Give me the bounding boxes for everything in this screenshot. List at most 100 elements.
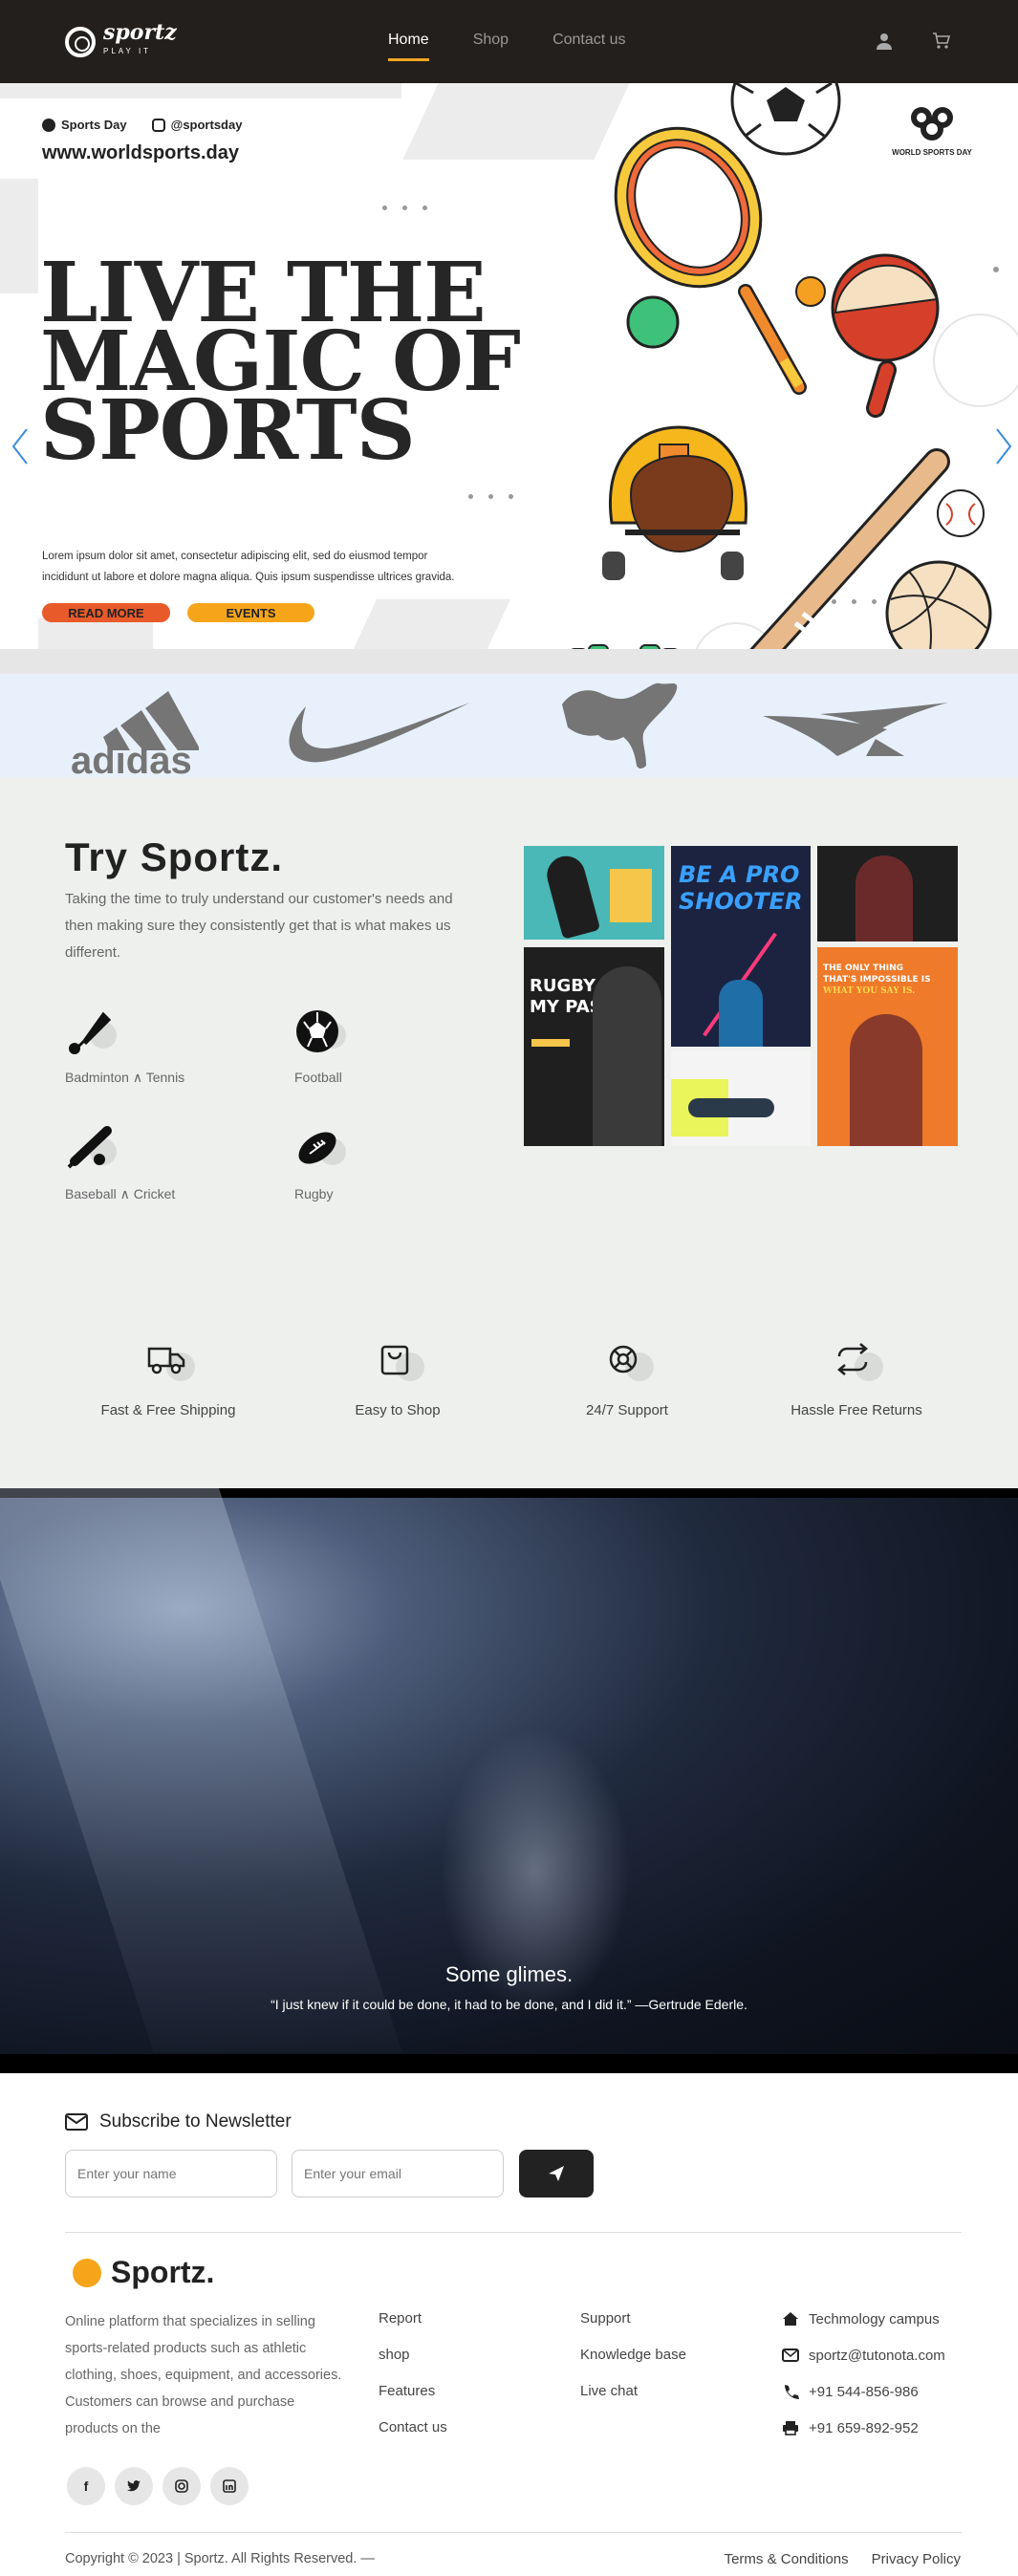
footer-brand[interactable]: Sportz. — [73, 2255, 214, 2290]
send-icon — [549, 2166, 564, 2181]
footer-brand-name: Sportz. — [111, 2255, 215, 2289]
hero-banner: Sports Day @sportsday www.worldsports.da… — [0, 83, 1018, 649]
contact-text: +91 544-856-986 — [809, 2383, 919, 2400]
user-icon[interactable] — [875, 32, 894, 51]
video-quote: “I just knew if it could be done, it had… — [271, 1997, 747, 2012]
copyright-text: Copyright © 2023 | Sportz. All Rights Re… — [65, 2551, 375, 2566]
brand-logo-icon — [73, 2258, 101, 2287]
site-logo[interactable]: sportz PLAY IT — [65, 22, 177, 61]
facebook-handle[interactable]: Sports Day — [42, 118, 127, 132]
dumbbell-icon — [571, 644, 678, 649]
footer-link-live-chat[interactable]: Live chat — [580, 2383, 686, 2400]
home-icon — [783, 2312, 798, 2326]
footer-links-col1: Report shop Features Contact us — [379, 2310, 447, 2456]
footer-link-report[interactable]: Report — [379, 2310, 447, 2327]
events-button[interactable]: EVENTS — [187, 603, 314, 622]
sport-category-badminton[interactable]: Badminton ∧ Tennis — [65, 1008, 237, 1086]
adidas-logo-icon[interactable]: adidas — [71, 687, 199, 775]
nav-link-home[interactable]: Home — [388, 32, 429, 61]
promo-tile-workout[interactable] — [671, 1050, 811, 1146]
carousel-prev-arrow-icon[interactable] — [10, 427, 29, 465]
footer-divider — [65, 2532, 962, 2533]
linkedin-icon[interactable] — [210, 2467, 249, 2505]
promo-tile-impossible[interactable]: THE ONLY THING THAT'S IMPOSSIBLE IS WHAT… — [817, 947, 958, 1146]
instagram-icon[interactable] — [162, 2467, 201, 2505]
footer-links-col2: Support Knowledge base Live chat — [580, 2310, 686, 2419]
promo-tile-passion[interactable] — [817, 846, 958, 942]
footer-about: Online platform that specializes in sell… — [65, 2314, 342, 2436]
footer-link-contact[interactable]: Contact us — [379, 2419, 447, 2436]
privacy-link[interactable]: Privacy Policy — [872, 2551, 961, 2567]
shopping-bag-icon — [380, 1345, 409, 1375]
contact-fax[interactable]: +91 659-892-952 — [782, 2419, 945, 2436]
feature-label: Hassle Free Returns — [791, 1402, 922, 1418]
decor-dots — [468, 494, 513, 499]
baseball-bat-icon — [67, 1126, 112, 1169]
volleyball-icon — [885, 560, 992, 649]
hero-title: LIVE THE MAGIC OF SPORTS — [40, 252, 537, 472]
video-section[interactable]: Some glimes. “I just knew if it could be… — [0, 1488, 1018, 2073]
try-sportz-section: Try Sportz. Taking the time to truly und… — [0, 777, 1018, 1488]
newsletter-name-input[interactable] — [65, 2150, 277, 2197]
puma-cat-icon[interactable] — [558, 680, 679, 775]
logo-icon — [65, 27, 96, 57]
feature-label: 24/7 Support — [586, 1402, 668, 1418]
sport-category-baseball[interactable]: Baseball ∧ Cricket — [65, 1125, 237, 1202]
ping-pong-paddle-icon — [831, 253, 940, 418]
video-title: Some glimes. — [444, 1962, 574, 1986]
footer-link-knowledge-base[interactable]: Knowledge base — [580, 2347, 686, 2364]
footer-link-support[interactable]: Support — [580, 2310, 686, 2327]
instagram-handle[interactable]: @sportsday — [151, 118, 242, 132]
world-sports-day-badge: WORLD SPORTS DAY — [886, 106, 978, 157]
promo-tile-fitness[interactable] — [524, 846, 664, 940]
contact-text: +91 659-892-952 — [809, 2419, 919, 2436]
reebok-vector-icon[interactable] — [763, 701, 948, 758]
promo-text: WHAT YOU SAY IS. — [823, 986, 916, 996]
footer-link-features[interactable]: Features — [379, 2383, 447, 2400]
footer-contact: Techmology campus sportz@tutonota.com +9… — [782, 2310, 945, 2456]
facebook-icon[interactable]: f — [67, 2467, 105, 2505]
twitter-icon[interactable] — [115, 2467, 153, 2505]
promo-text: THE ONLY THING — [823, 963, 904, 973]
nav-link-contact[interactable]: Contact us — [552, 32, 625, 61]
hero-bg-shape — [38, 618, 153, 649]
nav-link-shop[interactable]: Shop — [473, 32, 509, 61]
facebook-icon — [42, 118, 55, 132]
envelope-icon — [782, 2349, 799, 2362]
cart-icon[interactable] — [932, 32, 951, 51]
nav-links: Home Shop Contact us — [388, 32, 626, 61]
nav-icons — [875, 32, 951, 51]
lifebuoy-icon — [609, 1345, 638, 1374]
sport-label: Football — [294, 1070, 342, 1085]
brand-logos-strip: adidas — [0, 674, 1018, 777]
feature-label: Fast & Free Shipping — [100, 1402, 236, 1418]
feature-support: 24/7 Support — [531, 1341, 723, 1418]
sport-category-football[interactable]: Football — [294, 1008, 466, 1085]
feature-label: Easy to Shop — [355, 1402, 441, 1418]
contact-email[interactable]: sportz@tutonota.com — [782, 2347, 945, 2364]
facebook-label: Sports Day — [61, 118, 127, 132]
hero-bg-shape — [0, 179, 38, 293]
hero-website[interactable]: www.worldsports.day — [42, 142, 239, 164]
nike-swoosh-icon[interactable] — [281, 695, 472, 764]
promo-tile-rugby[interactable]: RUGBY IS MY PASSION! — [524, 947, 664, 1146]
read-more-button[interactable]: READ MORE — [42, 603, 170, 622]
newsletter-submit-button[interactable] — [519, 2150, 594, 2197]
sport-label: Rugby — [294, 1186, 334, 1201]
sports-equipment-illustration — [571, 83, 1018, 649]
promo-text: THAT'S IMPOSSIBLE IS — [823, 975, 931, 985]
badge-text: WORLD SPORTS DAY — [892, 148, 972, 157]
feature-shipping: Fast & Free Shipping — [73, 1341, 264, 1418]
footer-link-shop[interactable]: shop — [379, 2347, 447, 2364]
newsletter-title: Subscribe to Newsletter — [99, 2111, 292, 2132]
contact-phone[interactable]: +91 544-856-986 — [782, 2383, 945, 2400]
football-helmet-icon — [602, 425, 747, 580]
contact-text: Techmology campus — [809, 2310, 940, 2327]
logo-tagline: PLAY IT — [103, 47, 152, 55]
truck-icon — [147, 1347, 185, 1375]
terms-link[interactable]: Terms & Conditions — [725, 2551, 849, 2567]
promo-tile-shooter[interactable]: BE A PRO SHOOTER — [671, 846, 811, 1047]
returns-icon — [837, 1343, 868, 1375]
sport-category-rugby[interactable]: Rugby — [294, 1125, 466, 1201]
newsletter-email-input[interactable] — [292, 2150, 504, 2197]
